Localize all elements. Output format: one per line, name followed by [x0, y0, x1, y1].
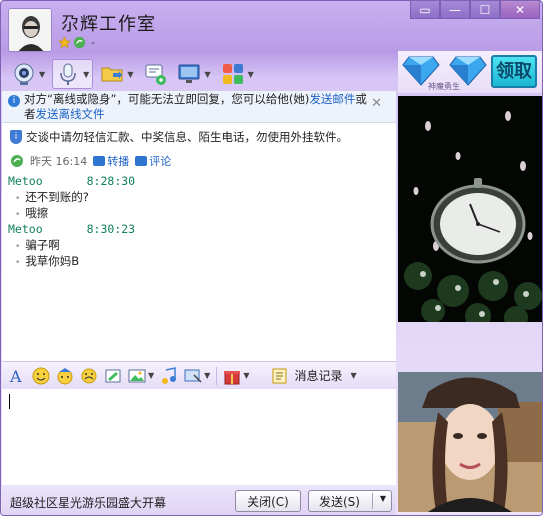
ad-text-link[interactable]: 超级社区星光游乐园盛大开幕: [10, 494, 166, 511]
feed-time: 昨天 16:14: [30, 155, 88, 168]
title-bar: 尕辉工作室 - ▭ — ☐ ✕: [1, 1, 542, 57]
chevron-down-icon[interactable]: ▼: [39, 70, 45, 79]
chevron-down-icon[interactable]: ▼: [127, 70, 133, 79]
forward-link[interactable]: 转播: [93, 153, 129, 169]
chevron-down-icon[interactable]: ▼: [204, 371, 210, 380]
send-offline-file-link[interactable]: 发送离线文件: [36, 107, 105, 121]
chevron-down-icon[interactable]: ▼: [243, 371, 249, 380]
message-line: 哦擦: [8, 205, 135, 221]
close-window-button[interactable]: ✕: [500, 1, 540, 19]
toolbar-divider: [216, 366, 218, 385]
message-time: 8:30:23: [86, 222, 136, 236]
message-time: 8:28:30: [86, 174, 136, 188]
star-icon[interactable]: [58, 35, 71, 49]
magic-emoji-icon[interactable]: [56, 367, 74, 385]
folder-icon: [101, 67, 123, 82]
bottom-bar: 超级社区星光游乐园盛大开幕 关闭(C) 发送(S) ▼: [2, 485, 396, 515]
chat-window: 尕辉工作室 - ▭ — ☐ ✕ ▼ ▼ ▼ ▼ ▼ i 对方“离线或隐身”，可能…: [0, 0, 543, 516]
contact-avatar[interactable]: [8, 8, 52, 52]
maximize-button[interactable]: ☐: [470, 1, 500, 19]
apps-grid-icon: [222, 64, 243, 84]
text-caret: [9, 394, 10, 409]
screenshot-icon[interactable]: [184, 367, 202, 385]
message-line: 骗子啊: [8, 237, 135, 253]
security-tip: i 交谈中请勿轻信汇款、中奖信息、陌生电话，勿使用外挂软件。: [10, 129, 348, 145]
message-line: 还不到账的?: [8, 189, 135, 205]
gift-icon[interactable]: [223, 367, 241, 385]
svg-text:A: A: [9, 367, 22, 385]
status-feed: 昨天 16:14 转播 评论: [10, 153, 171, 169]
notice-text: 对方“离线或隐身”，可能无法立即回复，您可以给他(她): [24, 92, 310, 106]
chat-toolbar: ▼ ▼ ▼ ▼ ▼: [1, 57, 397, 91]
message-group: Metoo 8:30:23 骗子啊 我草你妈B: [8, 221, 135, 269]
message-header: Metoo 8:28:30: [8, 173, 135, 189]
webcam-icon: [14, 63, 34, 85]
contact-status-icons: -: [58, 35, 95, 49]
contact-signature: -: [91, 35, 95, 49]
history-label: 消息记录: [294, 369, 343, 383]
comment-label: 评论: [149, 155, 172, 168]
ad-banner[interactable]: 领取 神魔勇生: [398, 51, 542, 93]
portrait-image: [398, 372, 542, 512]
chevron-down-icon[interactable]: ▼: [204, 70, 210, 79]
minimize-button[interactable]: —: [440, 1, 470, 19]
send-file-button[interactable]: ▼: [97, 59, 136, 89]
close-button[interactable]: 关闭(C): [235, 490, 301, 512]
microphone-icon: [60, 63, 76, 85]
message-history-button[interactable]: 消息记录 ▼: [271, 367, 357, 385]
offline-notice: i 对方“离线或隐身”，可能无法立即回复，您可以给他(她)发送邮件或者发送离线文…: [2, 91, 396, 123]
send-options-chevron-icon[interactable]: ▼: [380, 494, 386, 503]
qzone-icon[interactable]: [73, 36, 86, 49]
message-sender: Metoo: [8, 174, 43, 188]
monitor-icon: [178, 64, 200, 83]
qzone-feed-icon: [11, 155, 23, 167]
chat-history[interactable]: i 交谈中请勿轻信汇款、中奖信息、陌生电话，勿使用外挂软件。 昨天 16:14 …: [2, 123, 396, 361]
message-group: Metoo 8:28:30 还不到账的? 哦擦: [8, 173, 135, 221]
sms-button[interactable]: [140, 59, 170, 89]
video-call-button[interactable]: ▼: [9, 59, 48, 89]
send-mail-link[interactable]: 发送邮件: [309, 92, 355, 106]
ad-caption: 神魔勇生: [428, 82, 460, 91]
send-split: [372, 493, 373, 509]
music-icon[interactable]: [160, 366, 178, 385]
security-text: 交谈中请勿轻信汇款、中奖信息、陌生电话，勿使用外挂软件。: [26, 130, 348, 144]
info-icon: i: [8, 95, 20, 107]
scribble-icon[interactable]: [104, 367, 122, 385]
window-controls: ▭ — ☐ ✕: [410, 1, 540, 19]
contact-show-image[interactable]: [398, 96, 542, 322]
close-notice-icon[interactable]: ✕: [371, 96, 382, 111]
shake-icon[interactable]: [80, 367, 98, 385]
input-toolbar: A ▼ ▼ ▼ 消息记录 ▼: [2, 361, 396, 389]
apps-button[interactable]: ▼: [218, 59, 257, 89]
image-icon[interactable]: [128, 367, 146, 385]
chevron-down-icon[interactable]: ▼: [248, 70, 254, 79]
comment-icon: [135, 156, 148, 166]
remote-desktop-button[interactable]: ▼: [174, 59, 213, 89]
message-list: Metoo 8:28:30 还不到账的? 哦擦 Metoo 8:30:23 骗子啊 …: [8, 173, 135, 269]
voice-call-button[interactable]: ▼: [52, 59, 94, 89]
send-label: 发送(S): [319, 494, 360, 509]
comment-link[interactable]: 评论: [135, 153, 171, 169]
forward-icon: [93, 156, 106, 166]
pocket-watch-image: [398, 96, 542, 322]
skin-button[interactable]: ▭: [410, 1, 440, 19]
contact-nickname: 尕辉工作室: [61, 14, 156, 35]
shield-icon: i: [10, 130, 22, 144]
message-sender: Metoo: [8, 222, 43, 236]
message-icon: [145, 64, 167, 85]
chevron-down-icon[interactable]: ▼: [350, 371, 356, 380]
message-header: Metoo 8:30:23: [8, 221, 135, 237]
emoji-icon[interactable]: [32, 367, 50, 385]
send-button[interactable]: 发送(S) ▼: [308, 490, 392, 512]
claim-button[interactable]: 领取: [491, 55, 537, 88]
message-line: 我草你妈B: [8, 253, 135, 269]
chevron-down-icon[interactable]: ▼: [148, 371, 154, 380]
font-icon[interactable]: A: [8, 367, 26, 385]
my-show-photo[interactable]: [398, 372, 542, 512]
chevron-down-icon[interactable]: ▼: [83, 70, 89, 79]
history-icon: [272, 368, 287, 383]
forward-label: 转播: [107, 155, 130, 168]
message-input[interactable]: [2, 389, 396, 485]
